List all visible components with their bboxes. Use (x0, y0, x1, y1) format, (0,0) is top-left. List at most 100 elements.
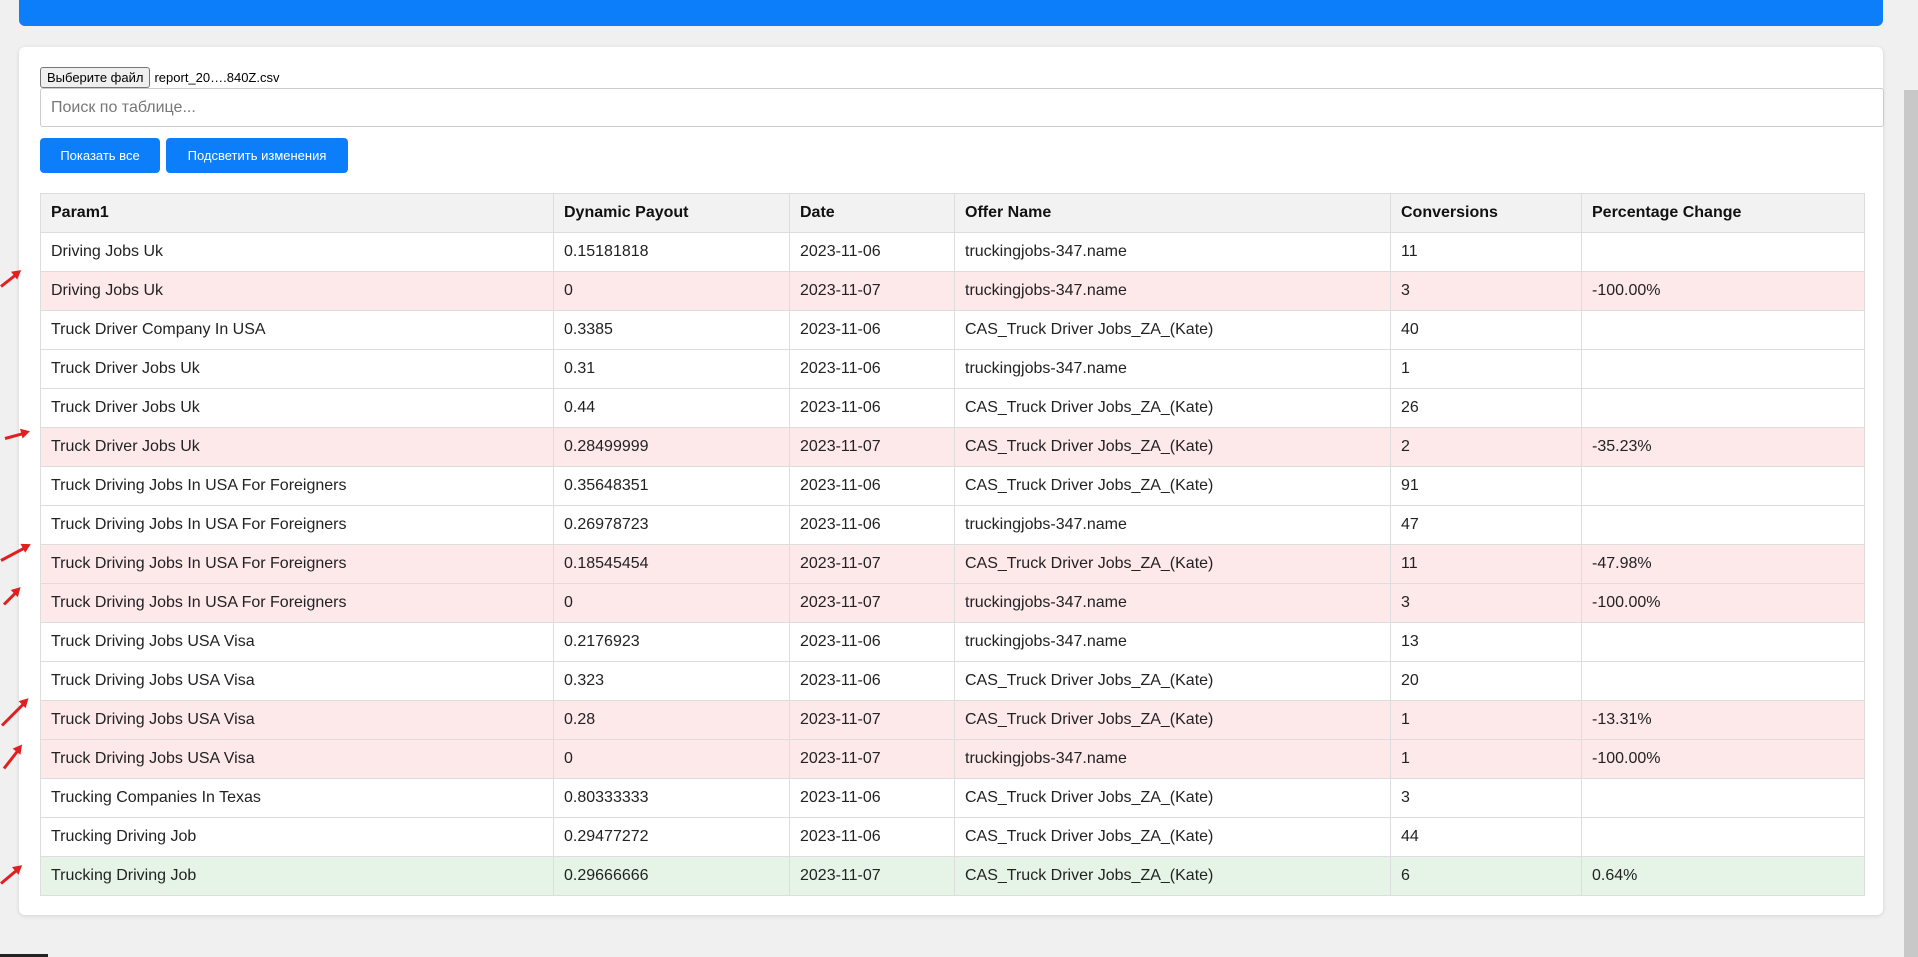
choose-file-button[interactable]: Выберите файл (40, 67, 151, 88)
table-row: Truck Driving Jobs USA Visa 0.323 2023-11-… (40, 661, 1865, 701)
table-cell: CAS_Truck Driver Jobs_ZA_(Kate) (954, 778, 1391, 818)
table-row: Truck Driving Jobs In USA For Foreigners… (40, 544, 1865, 584)
table-cell: truckingjobs-347.name (954, 583, 1391, 623)
table-cell: 6 (1390, 856, 1582, 896)
table-cell: 0.64% (1581, 856, 1865, 896)
table-cell: 0.18545454 (553, 544, 790, 584)
table-cell: 2023-11-07 (789, 856, 955, 896)
table-cell: 0.26978723 (553, 505, 790, 545)
table-cell: truckingjobs-347.name (954, 232, 1391, 272)
table-row: Trucking Driving Job 0.29477272 2023-11-06… (40, 817, 1865, 857)
table-cell: CAS_Truck Driver Jobs_ZA_(Kate) (954, 544, 1391, 584)
table-cell: 2023-11-07 (789, 583, 955, 623)
table-cell: 11 (1390, 544, 1582, 584)
table-cell: 26 (1390, 388, 1582, 428)
table-cell: truckingjobs-347.name (954, 271, 1391, 311)
table-row: Driving Jobs Uk 0.15181818 2023-11-06 truck… (40, 232, 1865, 272)
table-cell: 91 (1390, 466, 1582, 506)
table-cell: 2023-11-06 (789, 310, 955, 350)
table-cell: 0.28 (553, 700, 790, 740)
column-header[interactable]: Percentage Change (1581, 193, 1865, 233)
table-cell: CAS_Truck Driver Jobs_ZA_(Kate) (954, 817, 1391, 857)
table-cell: -100.00% (1581, 739, 1865, 779)
table-cell: 0.28499999 (553, 427, 790, 467)
table-cell: 0.2176923 (553, 622, 790, 662)
table-cell: 2023-11-06 (789, 505, 955, 545)
table-cell: CAS_Truck Driver Jobs_ZA_(Kate) (954, 466, 1391, 506)
table-cell: Trucking Driving Job (40, 817, 554, 857)
table-cell: 0.323 (553, 661, 790, 701)
scrollbar-thumb[interactable] (1904, 90, 1918, 957)
table-cell: Truck Driving Jobs In USA For Foreigners (40, 583, 554, 623)
table-row: Truck Driving Jobs USA Visa 0.2176923 2023… (40, 622, 1865, 662)
table-cell: 0.3385 (553, 310, 790, 350)
table-cell: Truck Driving Jobs In USA For Foreigners (40, 466, 554, 506)
table-cell: 2023-11-07 (789, 700, 955, 740)
table-cell: truckingjobs-347.name (954, 739, 1391, 779)
table-cell: CAS_Truck Driver Jobs_ZA_(Kate) (954, 856, 1391, 896)
table-cell: 0 (553, 583, 790, 623)
table-search-input[interactable] (40, 88, 1884, 127)
table-cell: Trucking Driving Job (40, 856, 554, 896)
table-cell (1581, 349, 1865, 389)
table-cell (1581, 622, 1865, 662)
table-cell: CAS_Truck Driver Jobs_ZA_(Kate) (954, 700, 1391, 740)
table-cell: Driving Jobs Uk (40, 232, 554, 272)
column-header[interactable]: Date (789, 193, 955, 233)
table-cell: 11 (1390, 232, 1582, 272)
top-header-bar (19, 0, 1883, 26)
red-arrow-icon (0, 271, 19, 288)
table-cell: truckingjobs-347.name (954, 349, 1391, 389)
table-cell (1581, 817, 1865, 857)
table-cell: 40 (1390, 310, 1582, 350)
table-header-row: Param1 Dynamic Payout Date Offer Name Co… (40, 193, 1865, 233)
table-cell: truckingjobs-347.name (954, 622, 1391, 662)
table-row: Truck Driving Jobs In USA For Foreigners… (40, 505, 1865, 545)
table-cell: 0.44 (553, 388, 790, 428)
table-cell: 0 (553, 271, 790, 311)
table-cell: 2023-11-06 (789, 817, 955, 857)
report-table: Param1 Dynamic Payout Date Offer Name Co… (40, 193, 1865, 896)
table-cell: CAS_Truck Driver Jobs_ZA_(Kate) (954, 661, 1391, 701)
table-cell: Truck Driving Jobs USA Visa (40, 622, 554, 662)
table-cell: 2023-11-06 (789, 349, 955, 389)
column-header[interactable]: Conversions (1390, 193, 1582, 233)
table-cell: Driving Jobs Uk (40, 271, 554, 311)
table-row: Trucking Companies In Texas 0.80333333 202… (40, 778, 1865, 818)
column-header[interactable]: Param1 (40, 193, 554, 233)
column-header[interactable]: Offer Name (954, 193, 1391, 233)
table-cell: -13.31% (1581, 700, 1865, 740)
highlight-changes-button[interactable]: Подсветить изменения (166, 138, 348, 173)
table-cell: 2023-11-06 (789, 622, 955, 662)
table-cell: Truck Driver Jobs Uk (40, 349, 554, 389)
table-row: Driving Jobs Uk 0 2023-11-07 truckingjobs-3… (40, 271, 1865, 311)
table-cell: 0.80333333 (553, 778, 790, 818)
table-cell: CAS_Truck Driver Jobs_ZA_(Kate) (954, 310, 1391, 350)
table-row: Truck Driving Jobs In USA For Foreigners… (40, 466, 1865, 506)
table-cell: 0 (553, 739, 790, 779)
table-cell: 2023-11-07 (789, 271, 955, 311)
table-cell: 2023-11-07 (789, 427, 955, 467)
table-cell (1581, 466, 1865, 506)
column-header[interactable]: Dynamic Payout (553, 193, 790, 233)
table-cell: 0.35648351 (553, 466, 790, 506)
table-cell: 20 (1390, 661, 1582, 701)
table-row: Truck Driver Jobs Uk 0.28499999 2023-11-07… (40, 427, 1865, 467)
table-cell (1581, 232, 1865, 272)
show-all-button[interactable]: Показать все (40, 138, 160, 173)
table-cell: 2023-11-07 (789, 544, 955, 584)
table-cell (1581, 388, 1865, 428)
table-cell: Truck Driving Jobs USA Visa (40, 739, 554, 779)
table-row: Truck Driving Jobs In USA For Foreigners… (40, 583, 1865, 623)
table-cell: 2023-11-06 (789, 466, 955, 506)
table-cell (1581, 310, 1865, 350)
table-cell: 3 (1390, 583, 1582, 623)
red-arrow-icon (2, 589, 20, 606)
table-row: Truck Driver Jobs Uk 0.44 2023-11-06 CAS_Tr… (40, 388, 1865, 428)
table-cell: 2023-11-06 (789, 232, 955, 272)
table-cell: Trucking Companies In Texas (40, 778, 554, 818)
table-cell (1581, 778, 1865, 818)
table-cell (1581, 661, 1865, 701)
table-cell: 2023-11-06 (789, 661, 955, 701)
table-cell: Truck Driving Jobs USA Visa (40, 700, 554, 740)
